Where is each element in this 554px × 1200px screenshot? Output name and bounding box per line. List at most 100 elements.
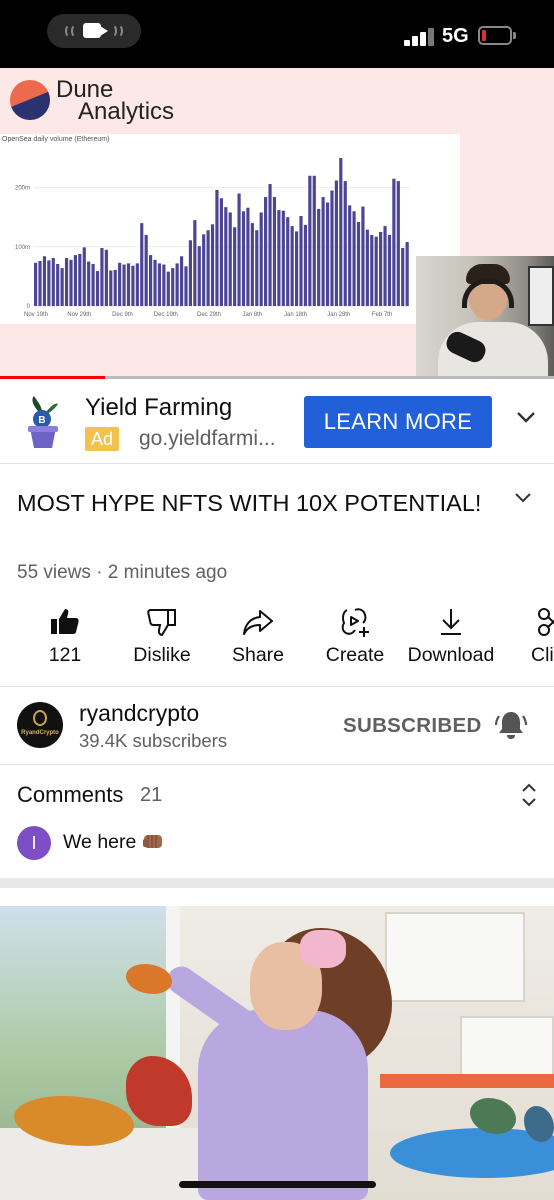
action-bar: 121 Dislike Share Create Download Cli: [0, 604, 554, 684]
notification-bell-icon[interactable]: [494, 708, 528, 742]
share-icon: [243, 610, 273, 635]
chart-bar: [42, 256, 47, 306]
download-button[interactable]: Download: [404, 604, 498, 684]
chart-bar: [272, 197, 277, 306]
chart-bar: [379, 232, 383, 306]
chart-bar: [109, 270, 113, 306]
chart-bar: [277, 210, 281, 306]
yield-farming-logo-icon: B: [28, 396, 58, 448]
webcam-overlay: [416, 256, 554, 378]
chart-bar: [392, 178, 396, 306]
learn-more-button[interactable]: LEARN MORE: [304, 396, 492, 448]
video-progress-bar[interactable]: [0, 376, 554, 379]
chart-bar: [286, 217, 290, 306]
share-button[interactable]: Share: [218, 604, 298, 684]
chart-bar: [193, 220, 197, 306]
chart-bar: [237, 193, 241, 306]
chart-bar: [228, 212, 232, 306]
comment-text: We here: [63, 831, 137, 853]
video-player[interactable]: Dune Analytics OpenSea daily volume (Eth…: [0, 68, 554, 378]
chart-bar: [348, 205, 352, 306]
comments-label[interactable]: Comments: [17, 782, 123, 808]
x-tick-label: Nov 29th: [67, 312, 91, 318]
create-icon: [341, 608, 369, 637]
chart-bar: [197, 246, 201, 306]
chart-bar: [113, 269, 117, 306]
promoted-video-thumbnail[interactable]: [0, 906, 554, 1200]
like-button[interactable]: 121: [24, 604, 106, 684]
chart-bar: [325, 202, 330, 306]
chart-bar: [383, 226, 387, 306]
chart-bar: [153, 259, 157, 306]
chart-bar: [157, 263, 162, 306]
channel-name[interactable]: ryandcrypto: [79, 700, 199, 727]
channel-avatar[interactable]: RyandCrypto: [17, 702, 63, 748]
chart-bar: [104, 249, 108, 306]
ad-title: Yield Farming: [85, 394, 233, 421]
chart-bar: [175, 263, 179, 306]
ad-url[interactable]: go.yieldfarmi...: [139, 427, 276, 451]
facetime-indicator[interactable]: [47, 14, 141, 48]
thumbs-up-icon: [51, 609, 79, 634]
chart-bar: [166, 271, 170, 306]
chart-bar: [47, 260, 51, 306]
chart-bar: [210, 224, 215, 306]
x-tick-label: Nov 19th: [24, 312, 48, 318]
chart-bar: [396, 181, 400, 306]
thumbs-down-icon: [147, 609, 176, 637]
svg-text:B: B: [38, 415, 45, 426]
volume-chart: OpenSea daily volume (Ethereum) 0 100m 200…: [0, 134, 460, 324]
clip-button[interactable]: Cli: [526, 604, 554, 684]
chart-canvas: 0 100m 200m Nov 19th Nov 29th Dec 9th Dec 19th…: [15, 158, 410, 318]
chart-bar: [339, 158, 343, 306]
ad-banner[interactable]: B Yield Farming Ad go.yieldfarmi... LEAR…: [0, 380, 554, 464]
status-bar: 5G: [0, 0, 554, 68]
chart-bar: [179, 256, 184, 306]
chart-bar: [122, 264, 126, 306]
chart-bar: [126, 263, 131, 306]
chart-bar: [135, 263, 139, 306]
expand-description-icon[interactable]: [514, 492, 532, 504]
like-count: 121: [48, 644, 82, 666]
chart-bar: [188, 240, 192, 306]
chart-bar: [255, 230, 259, 306]
chart-bar: [259, 212, 263, 306]
chart-bar: [34, 262, 38, 306]
create-button[interactable]: Create: [316, 604, 394, 684]
chart-bar: [317, 208, 321, 306]
chart-bar: [118, 262, 122, 306]
chart-bar: [387, 234, 392, 306]
chart-bar: [171, 268, 175, 306]
chart-bar: [264, 197, 268, 306]
x-tick-label: Dec 29th: [197, 312, 221, 318]
chart-bar: [87, 261, 91, 306]
chevron-down-icon[interactable]: [516, 410, 536, 424]
y-tick-label: 100m: [15, 245, 30, 251]
download-icon: [441, 609, 461, 635]
chart-bar: [73, 255, 77, 306]
share-label: Share: [231, 644, 285, 666]
chart-bar: [250, 223, 254, 306]
chart-bar: [294, 231, 299, 306]
chart-bar: [131, 265, 135, 306]
comments-count: 21: [140, 784, 163, 806]
y-tick-label: 0: [27, 304, 31, 310]
chart-bar: [51, 258, 55, 306]
chart-bar: [215, 189, 219, 306]
home-indicator[interactable]: [179, 1181, 376, 1188]
chart-bar: [202, 234, 206, 306]
chart-bar: [334, 180, 338, 306]
dislike-label: Dislike: [133, 644, 191, 666]
subscribed-button[interactable]: SUBSCRIBED: [343, 714, 482, 738]
chart-bar: [401, 247, 405, 306]
dislike-button[interactable]: Dislike: [120, 604, 204, 684]
chart-bar: [82, 247, 86, 306]
x-tick-label: Feb 7th: [372, 312, 392, 318]
commenter-avatar[interactable]: I: [17, 826, 51, 860]
expand-comments-icon[interactable]: [520, 782, 538, 808]
video-title[interactable]: MOST HYPE NFTS WITH 10X POTENTIAL!: [17, 487, 487, 520]
x-tick-label: Jan 8th: [242, 312, 262, 318]
network-type: 5G: [442, 25, 469, 47]
clip-label: Cli: [531, 644, 554, 666]
chart-bar: [370, 234, 374, 306]
